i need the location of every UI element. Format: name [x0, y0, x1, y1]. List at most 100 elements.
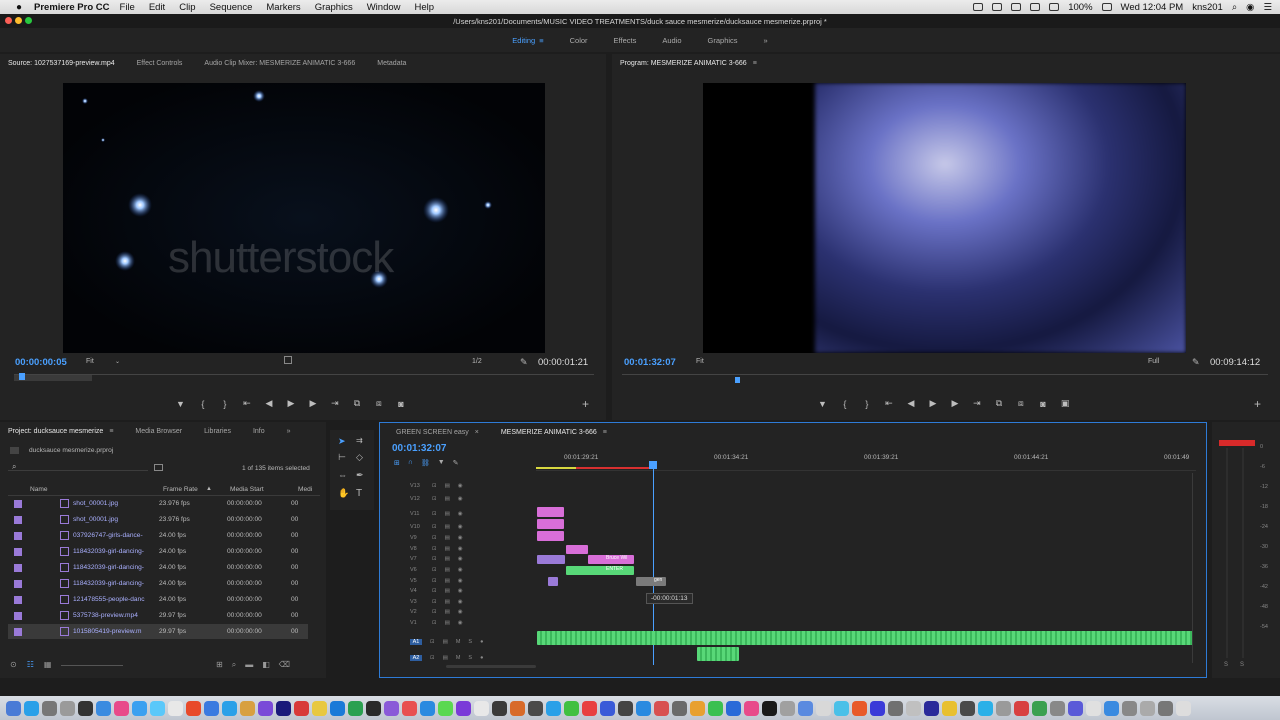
dock-app-icon[interactable] [834, 700, 849, 716]
dock-app-icon[interactable] [6, 700, 21, 716]
dock-app-icon[interactable] [78, 700, 93, 716]
project-row[interactable]: 1015805419-preview.m 29.97 fps 00:00:00:00… [8, 624, 308, 639]
eye-icon[interactable]: ◉ [458, 483, 463, 489]
play-icon[interactable]: ▶ [929, 398, 937, 409]
extract-icon[interactable]: ⧈ [1017, 398, 1025, 409]
tab-info[interactable]: Info [253, 428, 265, 435]
project-row[interactable]: 118432039-girl-dancing- 24.00 fps 00:00:00… [8, 544, 308, 559]
dock-app-icon[interactable] [1014, 700, 1029, 716]
eye-icon[interactable]: ◉ [458, 620, 463, 626]
dock-app-icon[interactable] [240, 700, 255, 716]
mark-in-icon[interactable]: { [199, 399, 207, 409]
menu-window[interactable]: Window [367, 2, 401, 13]
volume-icon[interactable] [1049, 3, 1060, 11]
dock-app-icon[interactable] [384, 700, 399, 716]
column-media-start[interactable]: Media Start [230, 486, 264, 493]
add-marker-icon[interactable]: ▼ [176, 399, 185, 409]
lock-icon[interactable]: ⊡ [432, 496, 437, 502]
add-button-icon[interactable]: + [582, 397, 589, 411]
zoom-window-icon[interactable] [25, 17, 32, 24]
solo-left[interactable]: S [1224, 662, 1228, 668]
wifi-icon[interactable] [1030, 3, 1041, 11]
program-timecode[interactable]: 00:01:32:07 [624, 357, 676, 368]
sort-arrow-icon[interactable]: ▲ [206, 486, 212, 492]
siri-icon[interactable]: ◉ [1246, 2, 1254, 13]
workspace-tab-editing[interactable]: Editing [512, 36, 535, 45]
sync-lock-icon[interactable]: ▤ [443, 655, 448, 661]
dock-app-icon[interactable] [762, 700, 777, 716]
camera-icon[interactable]: ◙ [397, 399, 405, 409]
pen-tool-icon[interactable]: ✒ [356, 470, 364, 481]
lock-icon[interactable]: ⊡ [432, 609, 437, 615]
dock-app-icon[interactable] [1050, 700, 1065, 716]
notification-icon[interactable]: ☰ [1263, 2, 1272, 13]
new-item-icon[interactable]: ◧ [262, 660, 270, 670]
video-track-header[interactable]: V2 ⊡ ▤ ◉ [386, 607, 510, 617]
dock-app-icon[interactable] [1086, 700, 1101, 716]
dock-app-icon[interactable] [24, 700, 39, 716]
mark-out-icon[interactable]: } [863, 399, 871, 409]
column-name[interactable]: Name [30, 486, 48, 493]
go-to-out-icon[interactable]: ⇥ [331, 398, 339, 409]
source-resolution-select[interactable]: 1/2 [472, 358, 482, 365]
dock-app-icon[interactable] [780, 700, 795, 716]
mark-out-icon[interactable]: } [221, 399, 229, 409]
program-time-ruler[interactable] [622, 374, 1268, 386]
find-icon[interactable]: ⌕ [232, 660, 236, 670]
mute-icon[interactable]: M [456, 655, 461, 661]
project-row[interactable]: shot_00001.jpg 23.976 fps 00:00:00:00 00 [8, 512, 308, 527]
insert-icon[interactable]: ⧉ [353, 398, 361, 409]
dock-app-icon[interactable] [1104, 700, 1119, 716]
video-track-header[interactable]: V9 ⊡ ▤ ◉ [386, 533, 510, 543]
sync-lock-icon[interactable]: ▤ [445, 588, 450, 594]
dock-app-icon[interactable] [492, 700, 507, 716]
apple-icon[interactable]: ● [12, 2, 26, 13]
video-track-header[interactable]: V4 ⊡ ▤ ◉ [386, 586, 510, 596]
dock-app-icon[interactable] [402, 700, 417, 716]
audio-track-header[interactable]: A2 ⊡ ▤ M S ● [386, 653, 510, 663]
tab-source[interactable]: Source: 1027537169-preview.mp4 [8, 60, 115, 67]
automate-icon[interactable]: ⊞ [216, 660, 223, 670]
go-to-in-icon[interactable]: ⇤ [243, 398, 251, 409]
dock-app-icon[interactable] [312, 700, 327, 716]
new-bin-footer-icon[interactable]: ▬ [245, 660, 253, 670]
program-fit-select[interactable]: Fit [696, 358, 704, 365]
color-label[interactable] [14, 563, 22, 572]
timeline-ruler[interactable]: 00:01:29:21 00:01:34:21 00:01:39:21 00:0… [536, 453, 1196, 471]
battery-icon[interactable] [1101, 3, 1112, 11]
tab-metadata[interactable]: Metadata [377, 60, 406, 67]
linked-selection-icon[interactable]: ⛓ [421, 459, 430, 467]
eye-icon[interactable]: ◉ [458, 496, 463, 502]
slip-tool-icon[interactable]: ⇔ [338, 470, 347, 480]
eye-icon[interactable]: ◉ [458, 599, 463, 605]
color-label[interactable] [14, 627, 22, 636]
lock-icon[interactable]: ⊡ [432, 546, 437, 552]
dock-app-icon[interactable] [942, 700, 957, 716]
dock-app-icon[interactable] [582, 700, 597, 716]
track-name[interactable]: A1 [410, 639, 422, 645]
dock-app-icon[interactable] [1032, 700, 1047, 716]
eye-icon[interactable]: ◉ [458, 535, 463, 541]
sync-lock-icon[interactable]: ▤ [445, 535, 450, 541]
eye-icon[interactable]: ◉ [458, 609, 463, 615]
timeline-timecode[interactable]: 00:01:32:07 [392, 443, 446, 454]
gen-clip[interactable]: gen [636, 577, 666, 586]
wrench-icon[interactable]: ✎ [1192, 357, 1200, 368]
icon-view-icon[interactable]: ▦ [44, 660, 52, 669]
menu-file[interactable]: File [120, 2, 135, 13]
sync-lock-icon[interactable]: ▤ [445, 511, 450, 517]
dock-app-icon[interactable] [222, 700, 237, 716]
cloud-icon[interactable] [992, 3, 1003, 11]
type-tool-icon[interactable]: T [356, 488, 362, 499]
eye-icon[interactable]: ◉ [458, 578, 463, 584]
dock-app-icon[interactable] [546, 700, 561, 716]
lock-icon[interactable]: ⊡ [430, 655, 435, 661]
dock-app-icon[interactable] [744, 700, 759, 716]
zoom-slider[interactable] [61, 665, 124, 666]
solo-icon[interactable]: S [468, 655, 472, 661]
dock-app-icon[interactable] [366, 700, 381, 716]
battery-percent[interactable]: 100% [1068, 2, 1092, 13]
dock-app-icon[interactable] [528, 700, 543, 716]
tab-green-screen[interactable]: GREEN SCREEN easy [396, 429, 469, 436]
solo-right[interactable]: S [1240, 662, 1244, 668]
